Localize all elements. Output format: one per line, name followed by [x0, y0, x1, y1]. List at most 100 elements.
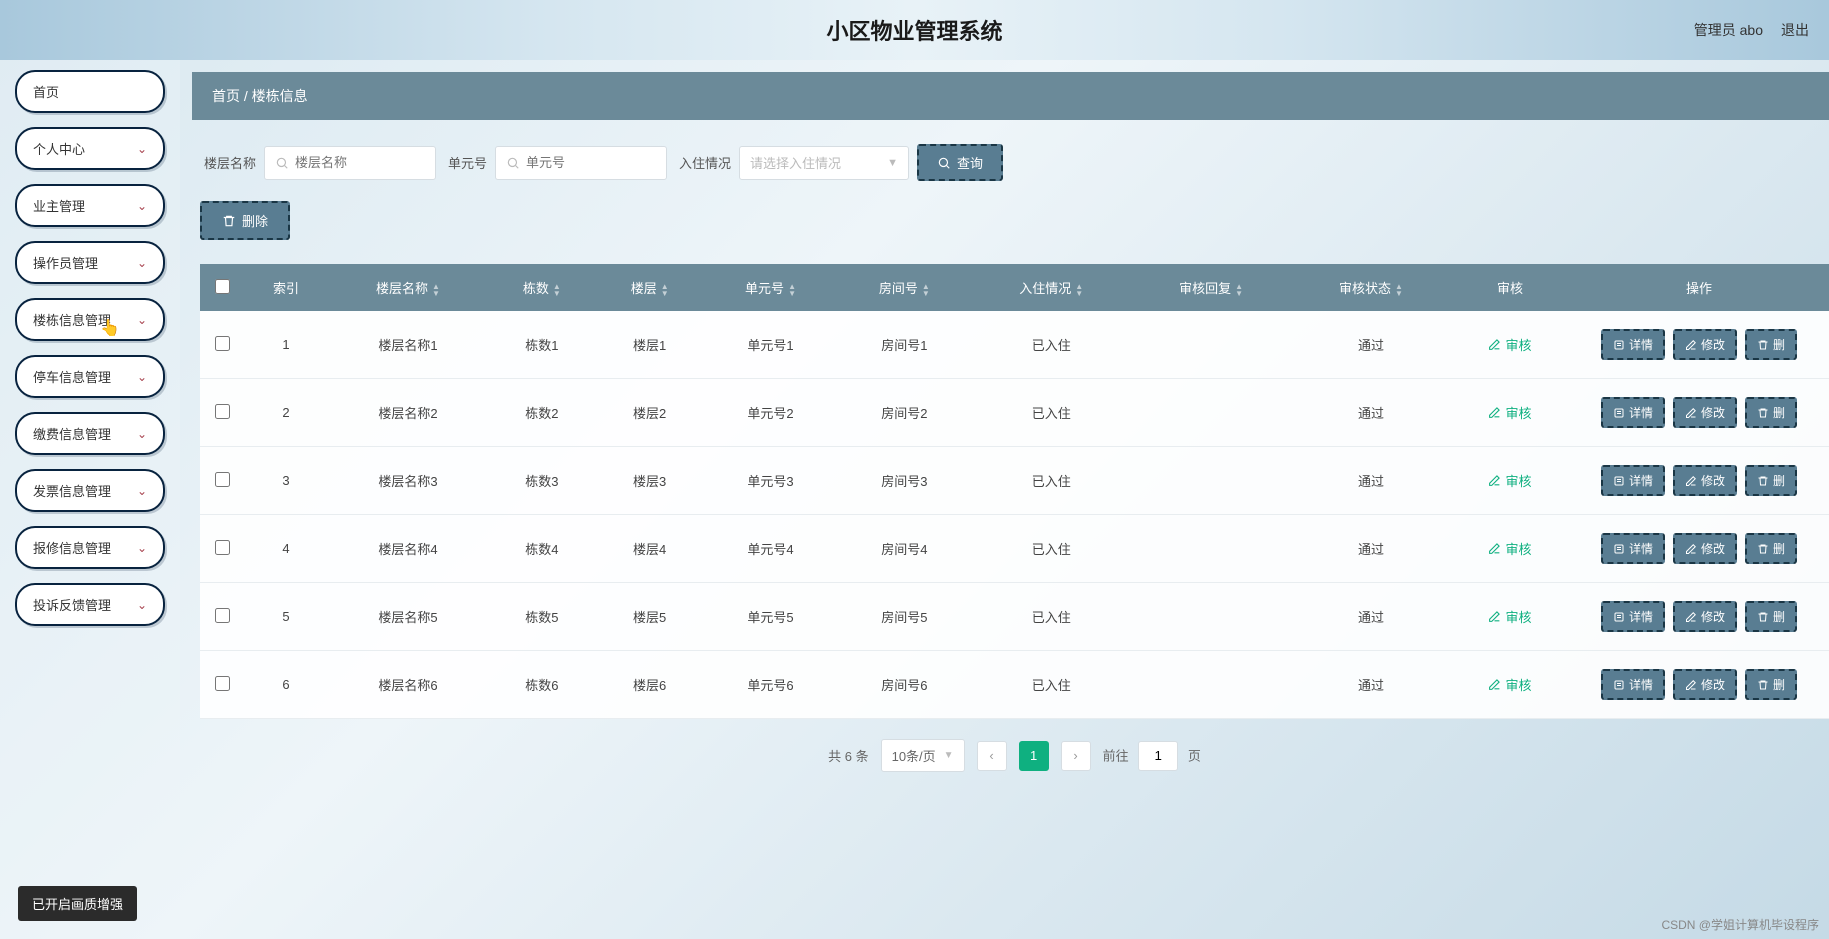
cell-building: 栋数5: [488, 583, 596, 651]
cell-reply: [1131, 515, 1291, 583]
cell-floor-name: 楼层名称3: [328, 447, 488, 515]
audit-link[interactable]: 审核: [1488, 403, 1531, 422]
audit-link[interactable]: 审核: [1488, 335, 1531, 354]
page-size-select[interactable]: 10条/页 ▼: [881, 739, 965, 772]
filter-floor-input-wrap[interactable]: [264, 146, 436, 180]
audit-link[interactable]: 审核: [1488, 607, 1531, 626]
sidebar-item-0[interactable]: 首页: [15, 70, 165, 113]
row-checkbox[interactable]: [215, 404, 230, 419]
query-button[interactable]: 查询: [917, 144, 1003, 181]
cell-unit: 单元号1: [704, 311, 838, 379]
edit-button[interactable]: 修改: [1673, 397, 1737, 428]
detail-button[interactable]: 详情: [1601, 533, 1665, 564]
page-jump: 前往 页: [1103, 741, 1201, 771]
detail-button[interactable]: 详情: [1601, 329, 1665, 360]
row-delete-button[interactable]: 删: [1745, 601, 1797, 632]
col-audit-status: 审核状态▲▼: [1291, 264, 1451, 311]
detail-button[interactable]: 详情: [1601, 601, 1665, 632]
filter-floor-label: 楼层名称: [204, 153, 256, 172]
sidebar-item-7[interactable]: 发票信息管理⌄: [15, 469, 165, 512]
page-jump-input[interactable]: [1138, 741, 1178, 771]
sort-icon[interactable]: ▲▼: [922, 283, 930, 297]
sidebar-item-label: 业主管理: [33, 196, 85, 215]
detail-button[interactable]: 详情: [1601, 397, 1665, 428]
audit-link[interactable]: 审核: [1488, 675, 1531, 694]
cell-building: 栋数1: [488, 311, 596, 379]
breadcrumb: 首页 / 楼栋信息: [192, 72, 1829, 120]
search-icon: [937, 156, 951, 170]
detail-button[interactable]: 详情: [1601, 465, 1665, 496]
page-current[interactable]: 1: [1019, 741, 1049, 771]
row-delete-button[interactable]: 删: [1745, 329, 1797, 360]
row-checkbox[interactable]: [215, 540, 230, 555]
filter-unit-input[interactable]: [526, 155, 656, 170]
sidebar-item-9[interactable]: 投诉反馈管理⌄: [15, 583, 165, 626]
row-checkbox[interactable]: [215, 472, 230, 487]
cell-floor-name: 楼层名称6: [328, 651, 488, 719]
row-delete-button[interactable]: 删: [1745, 533, 1797, 564]
breadcrumb-current: 楼栋信息: [252, 88, 308, 104]
breadcrumb-home[interactable]: 首页: [212, 88, 240, 104]
cell-floor: 楼层3: [596, 447, 704, 515]
cell-room: 房间号4: [837, 515, 971, 583]
filter-floor-input[interactable]: [295, 155, 425, 170]
edit-button[interactable]: 修改: [1673, 601, 1737, 632]
user-label[interactable]: 管理员 abo: [1694, 20, 1763, 40]
chevron-down-icon: ⌄: [137, 484, 147, 498]
cell-status: 已入住: [971, 651, 1131, 719]
sort-icon[interactable]: ▲▼: [1235, 283, 1243, 297]
sidebar-item-label: 楼栋信息管理: [33, 310, 111, 329]
edit-button[interactable]: 修改: [1673, 533, 1737, 564]
cell-floor-name: 楼层名称2: [328, 379, 488, 447]
cell-reply: [1131, 379, 1291, 447]
sidebar: 首页个人中心⌄业主管理⌄操作员管理⌄楼栋信息管理⌄停车信息管理⌄缴费信息管理⌄发…: [0, 60, 180, 939]
cell-status: 已入住: [971, 447, 1131, 515]
col-floor-name: 楼层名称▲▼: [328, 264, 488, 311]
sidebar-item-2[interactable]: 业主管理 ⌄: [15, 184, 165, 227]
table-row: 2楼层名称2栋数2楼层2单元号2房间号2已入住通过审核详情修改删: [200, 379, 1829, 447]
logout-link[interactable]: 退出: [1781, 20, 1809, 40]
row-checkbox[interactable]: [215, 608, 230, 623]
row-checkbox[interactable]: [215, 676, 230, 691]
sort-icon[interactable]: ▲▼: [788, 283, 796, 297]
table-row: 1楼层名称1栋数1楼层1单元号1房间号1已入住通过审核详情修改删: [200, 311, 1829, 379]
sidebar-item-5[interactable]: 停车信息管理⌄: [15, 355, 165, 398]
cell-floor: 楼层2: [596, 379, 704, 447]
detail-button[interactable]: 详情: [1601, 669, 1665, 700]
sort-icon[interactable]: ▲▼: [661, 283, 669, 297]
sidebar-item-8[interactable]: 报修信息管理⌄: [15, 526, 165, 569]
col-audit: 审核: [1451, 264, 1569, 311]
cell-index: 5: [244, 583, 328, 651]
delete-button[interactable]: 删除: [200, 201, 290, 240]
edit-button[interactable]: 修改: [1673, 465, 1737, 496]
cell-floor: 楼层6: [596, 651, 704, 719]
sort-icon[interactable]: ▲▼: [1075, 283, 1083, 297]
row-checkbox[interactable]: [215, 336, 230, 351]
edit-button[interactable]: 修改: [1673, 669, 1737, 700]
sidebar-item-1[interactable]: 个人中心⌄: [15, 127, 165, 170]
cell-index: 6: [244, 651, 328, 719]
cell-status: 已入住: [971, 515, 1131, 583]
chevron-down-icon: ⌄: [137, 199, 147, 213]
cell-building: 栋数3: [488, 447, 596, 515]
audit-link[interactable]: 审核: [1488, 471, 1531, 490]
edit-button[interactable]: 修改: [1673, 329, 1737, 360]
sidebar-item-3[interactable]: 操作员管理⌄: [15, 241, 165, 284]
sidebar-item-4[interactable]: 楼栋信息管理⌄: [15, 298, 165, 341]
sort-icon[interactable]: ▲▼: [553, 283, 561, 297]
cell-unit: 单元号6: [704, 651, 838, 719]
select-all-checkbox[interactable]: [215, 279, 230, 294]
row-delete-button[interactable]: 删: [1745, 669, 1797, 700]
page-prev[interactable]: ‹: [977, 741, 1007, 771]
filter-status-select[interactable]: 请选择入住情况 ▼: [739, 146, 909, 180]
sort-icon[interactable]: ▲▼: [1395, 283, 1403, 297]
cell-index: 4: [244, 515, 328, 583]
sort-icon[interactable]: ▲▼: [432, 283, 440, 297]
row-delete-button[interactable]: 删: [1745, 397, 1797, 428]
page-next[interactable]: ›: [1061, 741, 1091, 771]
row-delete-button[interactable]: 删: [1745, 465, 1797, 496]
audit-link[interactable]: 审核: [1488, 539, 1531, 558]
sidebar-item-6[interactable]: 缴费信息管理⌄: [15, 412, 165, 455]
sidebar-item-label: 投诉反馈管理: [33, 595, 111, 614]
filter-unit-input-wrap[interactable]: [495, 146, 667, 180]
